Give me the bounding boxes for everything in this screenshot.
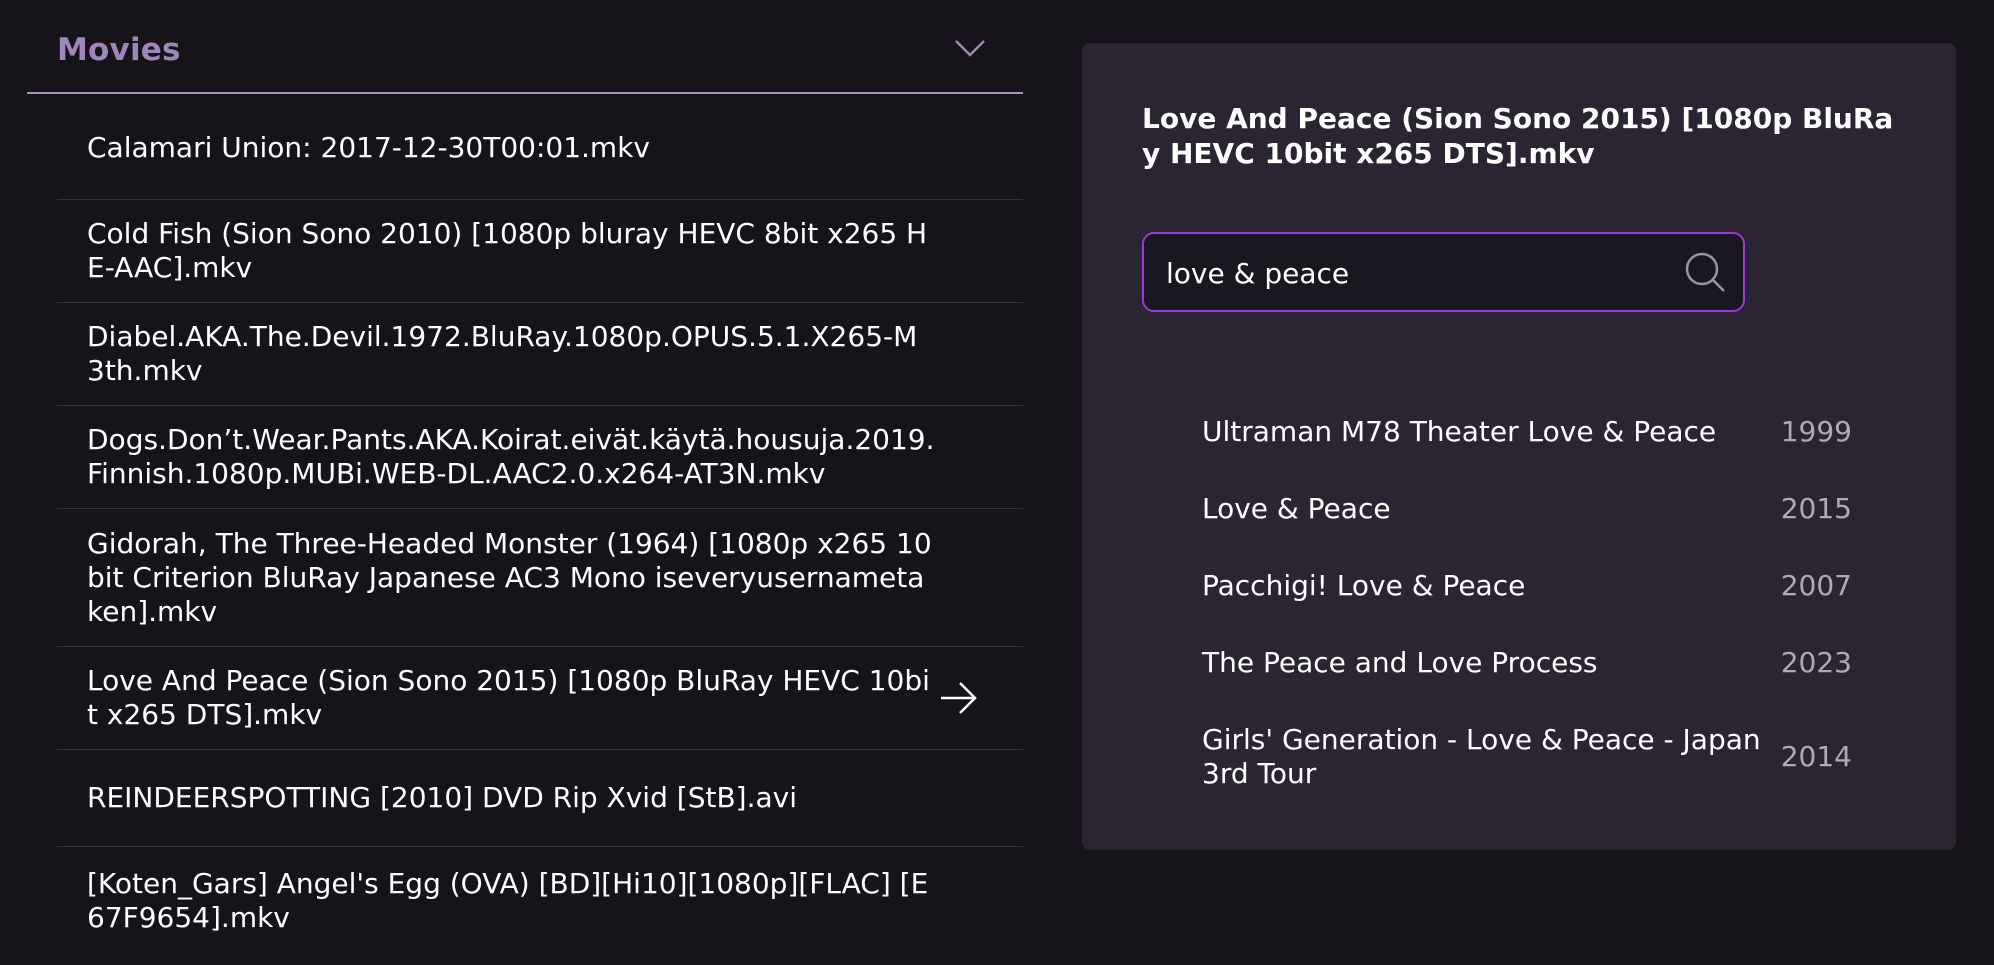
result-title: Girls' Generation - Love & Peace - Japan… bbox=[1202, 723, 1761, 790]
movies-section-header[interactable]: Movies bbox=[27, 0, 1023, 94]
result-item[interactable]: Pacchigi! Love & Peace 2007 bbox=[1202, 569, 1852, 603]
file-item[interactable]: Cold Fish (Sion Sono 2010) [1080p bluray… bbox=[57, 200, 1023, 303]
result-item[interactable]: Love & Peace 2015 bbox=[1202, 492, 1852, 526]
file-list: Calamari Union: 2017-12-30T00:01.mkv Col… bbox=[57, 96, 1023, 955]
result-year: 2023 bbox=[1780, 646, 1852, 679]
result-year: 1999 bbox=[1780, 415, 1852, 448]
result-year: 2014 bbox=[1780, 740, 1852, 773]
arrow-right-icon[interactable] bbox=[939, 680, 979, 716]
file-name: Gidorah, The Three-Headed Monster (1964)… bbox=[87, 526, 932, 628]
chevron-down-icon[interactable] bbox=[954, 38, 986, 58]
file-item[interactable]: [Koten_Gars] Angel's Egg (OVA) [BD][Hi10… bbox=[57, 847, 1023, 955]
search-results: Ultraman M78 Theater Love & Peace 1999 L… bbox=[1202, 415, 1852, 791]
file-item[interactable]: Calamari Union: 2017-12-30T00:01.mkv bbox=[57, 96, 1023, 200]
file-name: Dogs.Don’t.Wear.Pants.AKA.Koirat.eivät.k… bbox=[87, 423, 935, 490]
file-name: Cold Fish (Sion Sono 2010) [1080p bluray… bbox=[87, 217, 928, 284]
result-title: Love & Peace bbox=[1202, 492, 1391, 525]
section-title: Movies bbox=[57, 32, 181, 68]
file-item[interactable]: Gidorah, The Three-Headed Monster (1964)… bbox=[57, 509, 1023, 647]
file-name: REINDEERSPOTTING [2010] DVD Rip Xvid [St… bbox=[87, 781, 797, 814]
result-title: Pacchigi! Love & Peace bbox=[1202, 569, 1526, 602]
result-item[interactable]: Girls' Generation - Love & Peace - Japan… bbox=[1202, 723, 1852, 791]
match-panel: Love And Peace (Sion Sono 2015) [1080p B… bbox=[1082, 43, 1956, 850]
file-item[interactable]: Dogs.Don’t.Wear.Pants.AKA.Koirat.eivät.k… bbox=[57, 406, 1023, 509]
file-name: Calamari Union: 2017-12-30T00:01.mkv bbox=[87, 130, 650, 164]
search-icon[interactable] bbox=[1684, 251, 1726, 293]
file-item[interactable]: REINDEERSPOTTING [2010] DVD Rip Xvid [St… bbox=[57, 750, 1023, 847]
result-title: Ultraman M78 Theater Love & Peace bbox=[1202, 415, 1717, 448]
result-item[interactable]: The Peace and Love Process 2023 bbox=[1202, 646, 1852, 680]
library-pane: Movies Calamari Union: 2017-12-30T00:01.… bbox=[27, 0, 1023, 965]
file-name: [Koten_Gars] Angel's Egg (OVA) [BD][Hi10… bbox=[87, 867, 929, 934]
search-box[interactable] bbox=[1142, 232, 1745, 312]
search-input[interactable] bbox=[1164, 250, 1668, 296]
result-year: 2015 bbox=[1780, 492, 1852, 525]
file-name: Diabel.AKA.The.Devil.1972.BluRay.1080p.O… bbox=[87, 320, 918, 387]
file-item[interactable]: Diabel.AKA.The.Devil.1972.BluRay.1080p.O… bbox=[57, 303, 1023, 406]
result-title: The Peace and Love Process bbox=[1202, 646, 1598, 679]
file-name: Love And Peace (Sion Sono 2015) [1080p B… bbox=[87, 664, 930, 731]
file-item-selected[interactable]: Love And Peace (Sion Sono 2015) [1080p B… bbox=[57, 647, 1023, 750]
result-item[interactable]: Ultraman M78 Theater Love & Peace 1999 bbox=[1202, 415, 1852, 449]
result-year: 2007 bbox=[1780, 569, 1852, 602]
selected-file-title: Love And Peace (Sion Sono 2015) [1080p B… bbox=[1142, 102, 1894, 170]
